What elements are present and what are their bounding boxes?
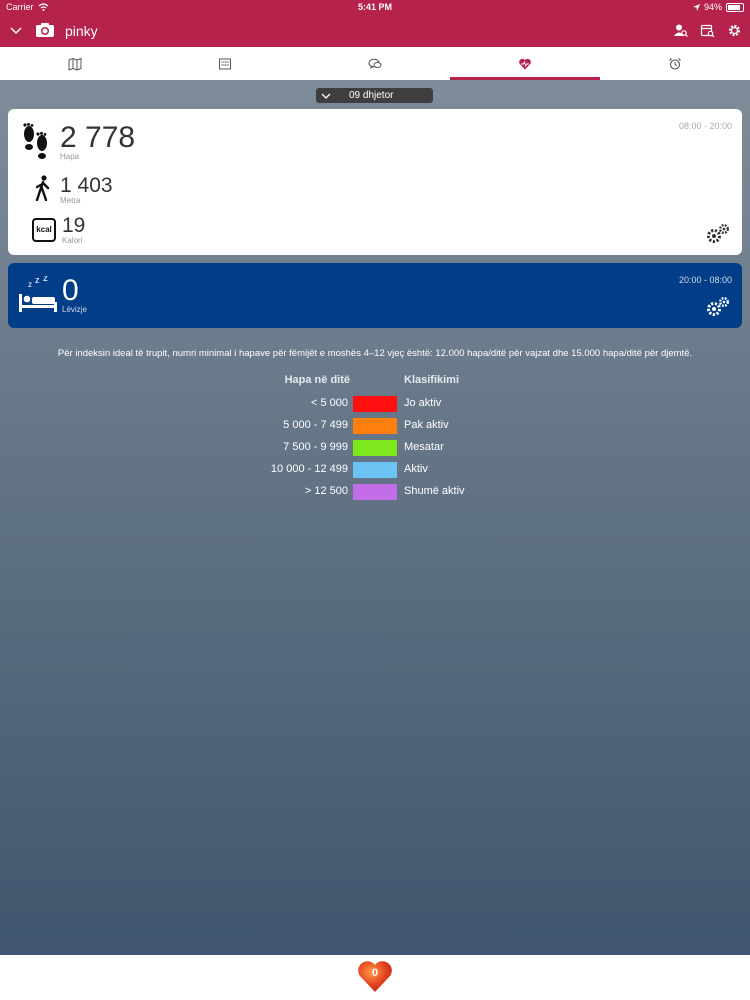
kcal-icon: kcal bbox=[32, 218, 56, 242]
moves-label: Lëvizje bbox=[62, 305, 87, 314]
chevron-down-icon bbox=[321, 93, 331, 99]
footprints-icon bbox=[23, 123, 47, 159]
chevron-down-icon[interactable] bbox=[9, 23, 23, 37]
moves-metric: z z z 0 Lëvizje bbox=[18, 276, 87, 314]
legend-header-steps: Hapa në ditë bbox=[284, 374, 350, 386]
day-activity-card: 08:00 - 20:00 2 778 Hapa 1 403 Metra kca… bbox=[8, 109, 742, 255]
gear-icon[interactable] bbox=[727, 23, 742, 38]
tab-bar bbox=[0, 47, 750, 81]
legend-range: > 12 500 bbox=[304, 485, 348, 497]
legend-swatch bbox=[353, 418, 397, 434]
tab-map[interactable] bbox=[0, 47, 150, 80]
chat-bubbles-icon bbox=[368, 58, 382, 69]
legend-swatch bbox=[353, 462, 397, 478]
steps-metric: 2 778 Hapa bbox=[20, 123, 135, 161]
top-header: pinky bbox=[0, 14, 750, 47]
legend-class: Pak aktiv bbox=[404, 419, 449, 431]
heart-button[interactable]: 0 bbox=[356, 957, 394, 995]
tab-chat[interactable] bbox=[300, 47, 450, 80]
legend-row: > 12 500 Shumë aktiv bbox=[258, 482, 498, 504]
svg-text:z: z bbox=[43, 276, 48, 284]
legend-row: 7 500 - 9 999 Mesatar bbox=[258, 438, 498, 460]
status-time: 5:41 PM bbox=[357, 2, 392, 12]
meters-label: Metra bbox=[60, 196, 81, 205]
legend-range: 5 000 - 7 499 bbox=[283, 419, 348, 431]
tab-health[interactable] bbox=[450, 47, 600, 80]
legend-range: < 5 000 bbox=[310, 397, 348, 409]
calories-label: Kalori bbox=[62, 236, 83, 245]
legend-class: Mesatar bbox=[404, 441, 444, 453]
legend-swatch bbox=[353, 396, 397, 412]
camera-icon[interactable] bbox=[35, 22, 55, 38]
heart-pulse-icon bbox=[519, 58, 531, 69]
legend-header-class: Klasifikimi bbox=[404, 374, 460, 386]
alarm-clock-icon bbox=[669, 57, 681, 70]
walking-person-icon bbox=[35, 175, 50, 201]
date-label: 09 dhjetor bbox=[349, 90, 394, 101]
meters-metric: 1 403 Metra bbox=[34, 175, 113, 205]
day-time-range: 08:00 - 20:00 bbox=[678, 121, 732, 131]
location-arrow-icon bbox=[692, 3, 700, 11]
legend-class: Shumë aktiv bbox=[404, 485, 465, 497]
sleeping-bed-icon: z z z bbox=[19, 276, 57, 312]
tab-history[interactable] bbox=[150, 47, 300, 80]
night-time-range: 20:00 - 08:00 bbox=[678, 275, 732, 285]
legend-row: < 5 000 Jo aktiv bbox=[258, 394, 498, 416]
steps-value: 2 778 bbox=[60, 121, 136, 154]
health-content: 09 dhjetor 08:00 - 20:00 2 778 Hapa 1 40… bbox=[0, 80, 750, 955]
calories-value: 19 bbox=[62, 214, 86, 237]
svg-text:z: z bbox=[28, 280, 32, 289]
battery-percent: 94% bbox=[703, 2, 722, 12]
heart-count: 0 bbox=[371, 967, 379, 979]
legend-class: Jo aktiv bbox=[404, 397, 442, 409]
legend-swatch bbox=[353, 484, 397, 500]
gears-settings-icon[interactable] bbox=[706, 223, 730, 245]
tab-alarm[interactable] bbox=[600, 47, 750, 80]
moves-value: 0 bbox=[62, 274, 79, 307]
calendar-search-icon[interactable] bbox=[700, 23, 715, 38]
svg-text:z: z bbox=[35, 276, 40, 285]
legend-class: Aktiv bbox=[404, 463, 428, 475]
legend-row: 5 000 - 7 499 Pak aktiv bbox=[258, 416, 498, 438]
legend-swatch bbox=[353, 440, 397, 456]
activity-note: Për indeksin ideal të trupit, numri mini… bbox=[57, 348, 693, 359]
battery-icon bbox=[726, 2, 744, 12]
activity-legend: Hapa në ditë Klasifikimi < 5 000 Jo aktiv… bbox=[258, 374, 498, 504]
legend-range: 7 500 - 9 999 bbox=[283, 441, 348, 453]
map-outline-icon bbox=[219, 58, 231, 69]
meters-value: 1 403 bbox=[60, 174, 113, 197]
gears-settings-icon[interactable] bbox=[706, 296, 730, 318]
calories-metric: kcal 19 Kalori bbox=[32, 215, 85, 245]
bottom-bar: 0 bbox=[0, 955, 750, 1000]
legend-row: 10 000 - 12 499 Aktiv bbox=[258, 460, 498, 482]
night-activity-card: 20:00 - 08:00 z z z 0 Lëvizje bbox=[8, 263, 742, 328]
user-search-icon[interactable] bbox=[673, 23, 688, 38]
device-name[interactable]: pinky bbox=[65, 23, 98, 39]
legend-range: 10 000 - 12 499 bbox=[270, 463, 348, 475]
status-bar: Carrier 5:41 PM 94% bbox=[0, 0, 750, 14]
date-selector[interactable]: 09 dhjetor bbox=[316, 88, 433, 103]
map-icon bbox=[68, 57, 82, 71]
